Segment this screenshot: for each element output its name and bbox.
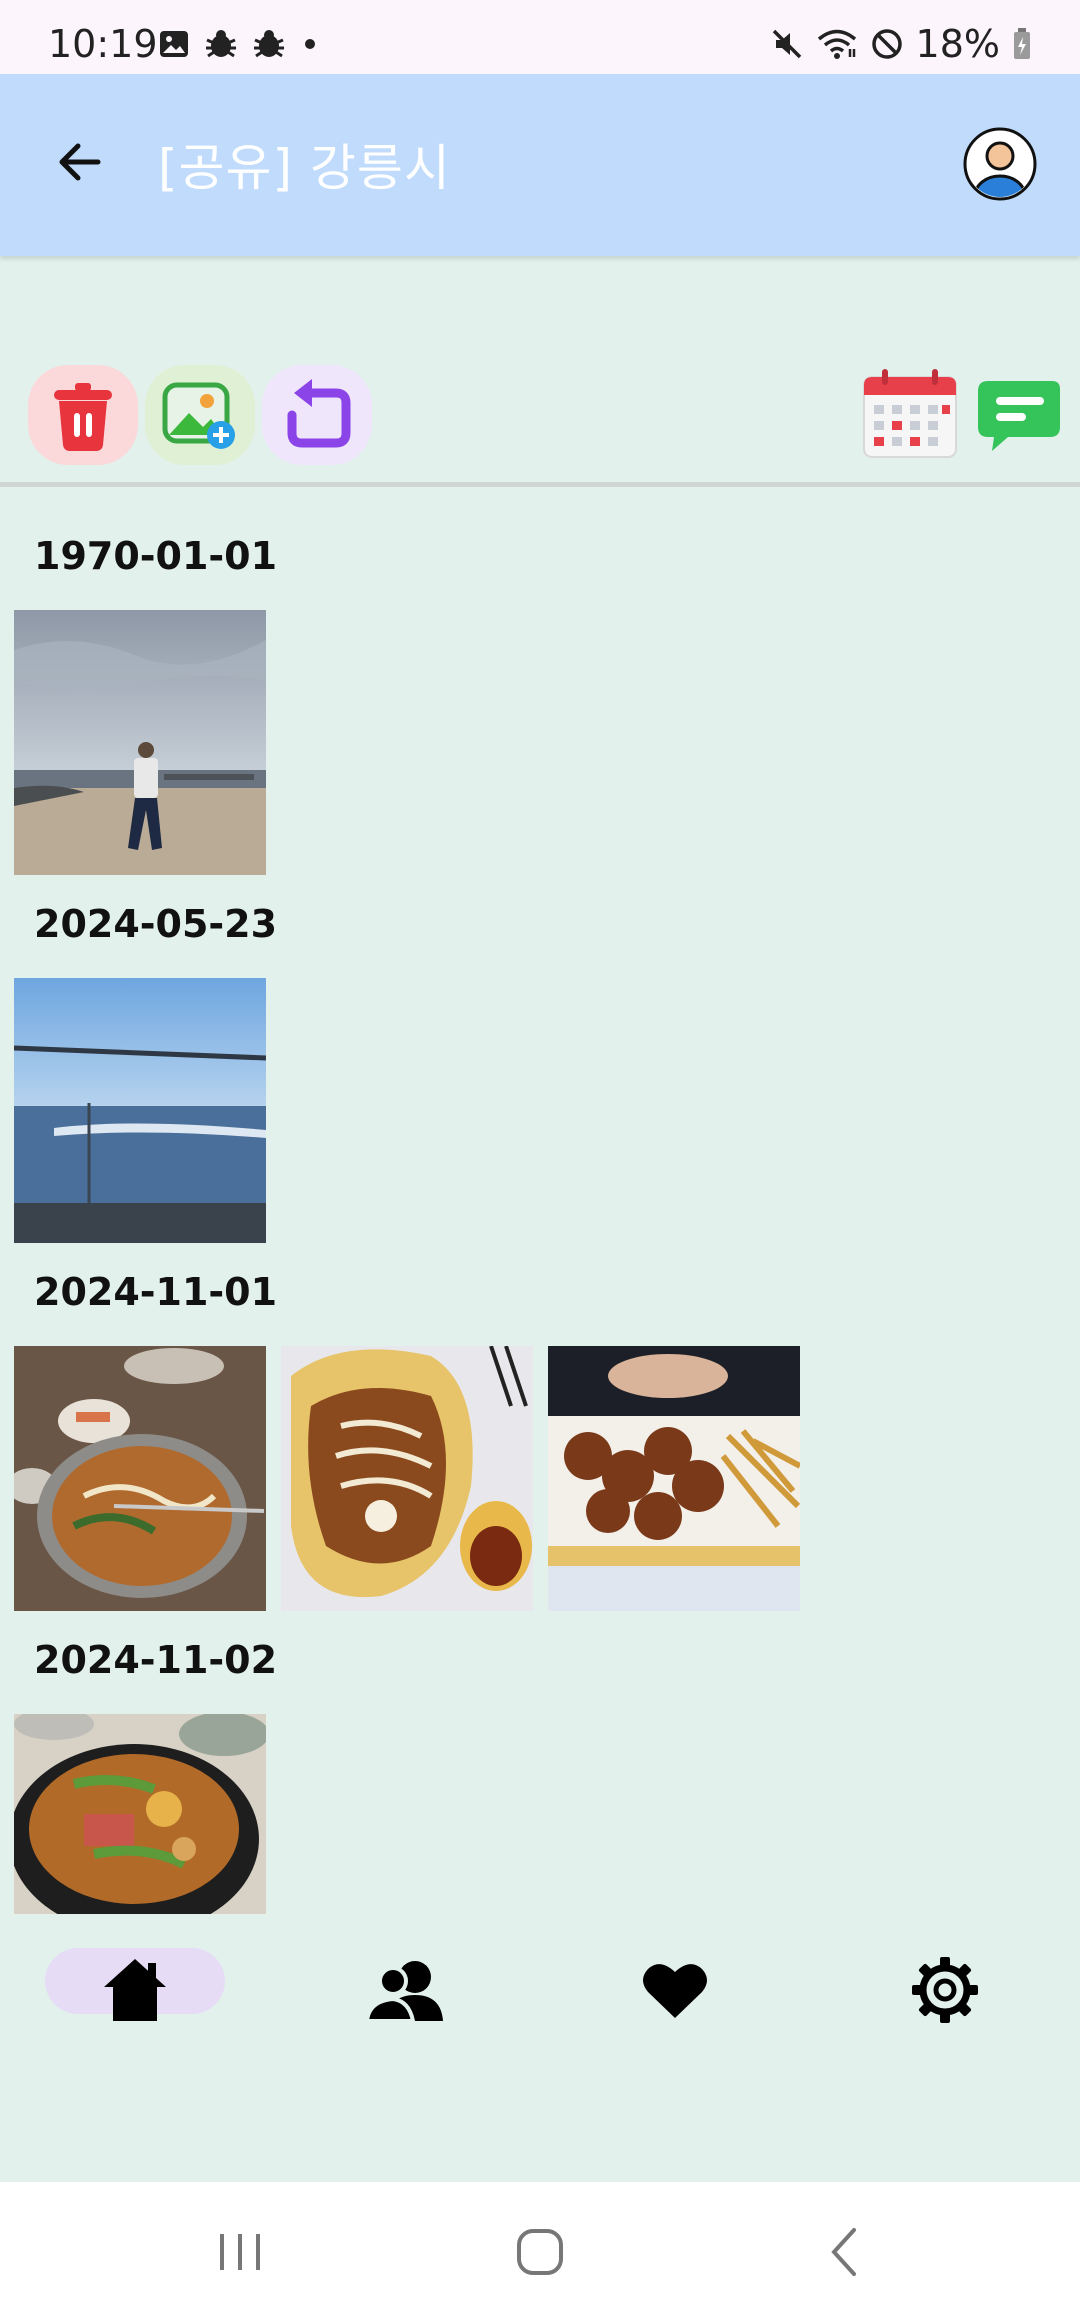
- calendar-button[interactable]: [858, 365, 962, 465]
- chat-button[interactable]: [972, 365, 1068, 465]
- bug-icon: [254, 30, 284, 58]
- dot-icon: [305, 39, 315, 49]
- status-bar: 10:19 18%: [0, 0, 1080, 74]
- home-circle-icon[interactable]: [510, 2222, 570, 2282]
- image-icon: [160, 31, 188, 57]
- mute-icon: [772, 29, 801, 59]
- nav-home[interactable]: [45, 1940, 225, 2040]
- app-bar: [공유] 강릉시: [0, 74, 1080, 256]
- wifi-icon: [817, 29, 856, 59]
- recents-icon[interactable]: [210, 2222, 270, 2282]
- date-header: 2024-11-01: [34, 1270, 278, 1314]
- action-toolbar: [0, 360, 1080, 480]
- settings-icon: [912, 1957, 978, 2023]
- status-notification-icons: [158, 28, 320, 60]
- noodle-soup-photo[interactable]: [14, 1346, 266, 1611]
- nav-favorites[interactable]: [585, 1940, 765, 2040]
- calendar-icon: [863, 369, 957, 458]
- date-header: 1970-01-01: [34, 534, 278, 578]
- refresh-button[interactable]: [262, 365, 372, 465]
- sea-view-photo[interactable]: [14, 978, 266, 1243]
- back-arrow-icon[interactable]: [50, 132, 110, 192]
- date-header: 2024-11-02: [34, 1638, 278, 1682]
- date-header: 2024-05-23: [34, 902, 278, 946]
- toolbar-divider: [0, 482, 1080, 487]
- page-title: [공유] 강릉시: [158, 139, 451, 197]
- fried-chicken-photo[interactable]: [548, 1346, 800, 1611]
- nav-settings[interactable]: [855, 1940, 1035, 2040]
- bug-icon: [206, 30, 236, 58]
- chat-icon: [978, 381, 1060, 451]
- system-navigation-bar: [0, 2182, 1080, 2316]
- status-system-icons: 18%: [770, 22, 1032, 66]
- bottom-navigation: [0, 1940, 1080, 2060]
- home-icon: [104, 1959, 166, 2021]
- dnd-icon: [871, 29, 902, 59]
- battery-percent: 18%: [915, 22, 1000, 66]
- refresh-icon: [287, 379, 351, 448]
- ramen-bowl-photo[interactable]: [281, 1346, 533, 1611]
- stew-pot-photo[interactable]: [14, 1714, 266, 1914]
- beach-person-photo[interactable]: [14, 610, 266, 875]
- trash-icon: [54, 383, 112, 451]
- add-photo-button[interactable]: [145, 365, 255, 465]
- avatar-icon[interactable]: [962, 126, 1038, 202]
- people-icon: [365, 1961, 443, 2023]
- add-photo-icon: [162, 382, 235, 449]
- status-time: 10:19: [48, 22, 158, 66]
- nav-people[interactable]: [315, 1940, 495, 2040]
- battery-icon: [1014, 28, 1030, 59]
- heart-icon: [643, 1964, 707, 2018]
- back-chevron-icon[interactable]: [816, 2222, 876, 2282]
- delete-button[interactable]: [28, 365, 138, 465]
